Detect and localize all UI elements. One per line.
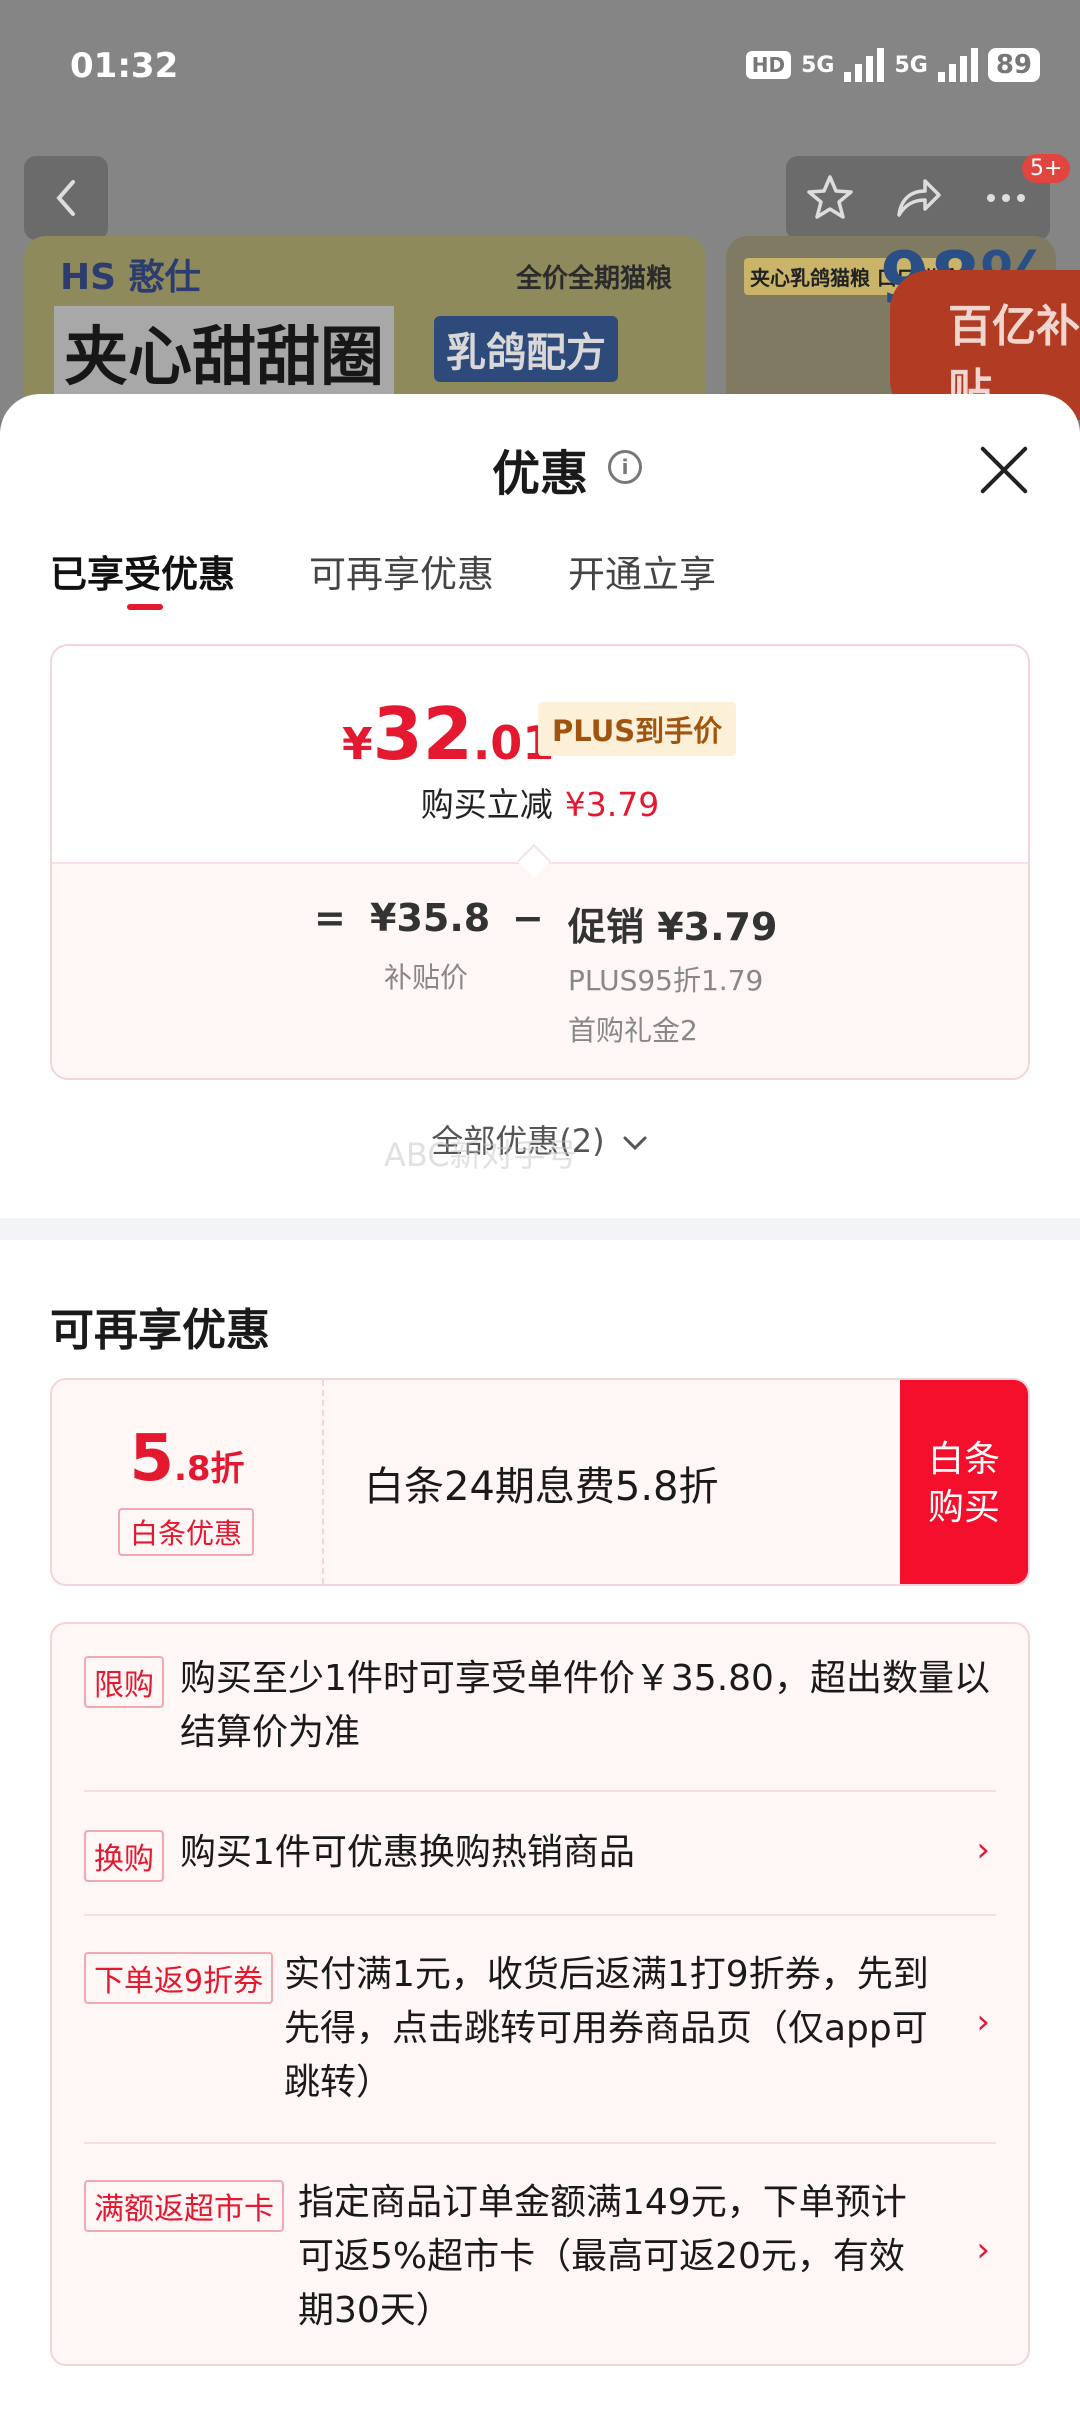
- price-breakdown-card: ¥32.01 PLUS到手价 购买立减 ¥3.79 = ¥35.8 − 促销 ¥3…: [50, 644, 1030, 1080]
- direct-discount: 购买立减 ¥3.79: [52, 778, 1028, 826]
- watermark: ABC新对手号: [384, 1136, 578, 1174]
- rule-tag: 换购: [84, 1830, 164, 1882]
- tab-enjoyed-offers[interactable]: 已享受优惠: [50, 544, 235, 610]
- baitiao-offer-card: 5.8折 白条优惠 白条24期息费5.8折 白条 购买: [50, 1378, 1030, 1586]
- top-action-bar: [786, 156, 1050, 240]
- chevron-right-icon: ›: [976, 2230, 990, 2270]
- final-price: ¥32.01: [342, 692, 554, 776]
- offer-rules-card: 限购 购买至少1件时可享受单件价￥35.80，超出数量以结算价为准 换购 购买1…: [50, 1622, 1030, 2366]
- battery-icon: 89: [987, 48, 1040, 82]
- chevron-right-icon: ›: [976, 1830, 990, 1870]
- more-icon[interactable]: [981, 173, 1031, 223]
- system-icons: HD 5G 5G 89: [745, 48, 1040, 82]
- network-5g-label: 5G: [801, 52, 835, 78]
- rule-tag: 满额返超市卡: [84, 2180, 284, 2232]
- close-button[interactable]: [976, 442, 1032, 498]
- rule-divider: [84, 1790, 996, 1792]
- rule-supermarket-card[interactable]: 满额返超市卡 指定商品订单金额满149元，下单预计可返5%超市卡（最高可返20元…: [84, 2176, 998, 2346]
- baitiao-button-line1: 白条: [927, 1439, 1000, 1480]
- final-price-section: ¥32.01 PLUS到手价 购买立减 ¥3.79: [52, 646, 1028, 862]
- offers-sheet: 优惠 i 已享受优惠 可再享优惠 开通立享 ¥32.01 PLUS到手价 购买立…: [0, 394, 1080, 2412]
- plus-price-tag: PLUS到手价: [538, 702, 737, 756]
- currency-symbol: ¥: [342, 719, 373, 770]
- network-5g-label-2: 5G: [894, 52, 928, 78]
- banner-headline: 夹心甜甜圈: [54, 306, 394, 398]
- promo-detail-item: 首购礼金2: [568, 1014, 698, 1047]
- chevron-down-icon: [623, 1136, 647, 1151]
- brand-logo: HS 憨仕: [60, 257, 201, 298]
- baitiao-rate-section: 5.8折 白条优惠: [52, 1380, 324, 1584]
- rule-divider: [84, 2142, 996, 2144]
- equals-sign: =: [314, 896, 346, 940]
- rate-integer: 5: [129, 1422, 174, 1496]
- rule-text: 实付满1元，收货后返满1打9折券，先到先得，点击跳转可用券商品页（仅app可跳转…: [284, 1954, 929, 2103]
- status-time: 01:32: [70, 46, 179, 86]
- baitiao-button-line2: 购买: [927, 1487, 1000, 1528]
- chevron-left-icon: [56, 180, 75, 216]
- back-button[interactable]: [24, 156, 108, 240]
- baitiao-tag: 白条优惠: [118, 1508, 255, 1556]
- banner-tag: 乳鸽配方: [434, 316, 618, 382]
- direct-discount-label: 购买立减: [420, 785, 553, 824]
- info-icon[interactable]: i: [608, 450, 642, 484]
- hd-icon: HD: [745, 51, 792, 79]
- rule-tag: 限购: [84, 1656, 164, 1708]
- rule-text: 购买1件可优惠换购热销商品: [180, 1832, 635, 1873]
- rule-text: 购买至少1件时可享受单件价￥35.80，超出数量以结算价为准: [180, 1658, 990, 1753]
- status-bar: 01:32 HD 5G 5G 89: [70, 46, 1040, 96]
- rule-tag: 下单返9折券: [84, 1952, 274, 2004]
- offer-tabs: 已享受优惠 可再享优惠 开通立享: [50, 544, 716, 610]
- signal-icon-2: [937, 48, 978, 82]
- signal-icon: [844, 48, 885, 82]
- baitiao-rate: 5.8折: [52, 1422, 322, 1496]
- promo-total: 促销 ¥3.79: [568, 905, 778, 949]
- rate-decimal: .8折: [173, 1449, 245, 1489]
- rule-exchange[interactable]: 换购 购买1件可优惠换购热销商品 ›: [84, 1826, 998, 1886]
- rule-divider: [84, 1914, 996, 1916]
- rule-text: 指定商品订单金额满149元，下单预计可返5%超市卡（最高可返20元，有效期30天…: [298, 2182, 907, 2331]
- tab-activate-offers[interactable]: 开通立享: [568, 544, 716, 598]
- minus-sign: −: [512, 896, 544, 940]
- baitiao-description: 白条24期息费5.8折: [364, 1464, 719, 1510]
- more-offers-title: 可再享优惠: [50, 1305, 270, 1356]
- share-icon[interactable]: [893, 173, 943, 223]
- banner-subtitle: 全价全期猫粮: [515, 264, 672, 294]
- price-formula-section: [52, 862, 1028, 1078]
- tab-more-offers[interactable]: 可再享优惠: [309, 544, 494, 598]
- chevron-right-icon: ›: [976, 2002, 990, 2042]
- promo-detail-item: PLUS95折1.79: [568, 964, 764, 997]
- price-integer: 32: [372, 692, 473, 776]
- subsidy-price: ¥35.8: [370, 896, 491, 940]
- promo-details: PLUS95折1.79 首购礼金2: [568, 956, 763, 1056]
- direct-discount-amount: ¥3.79: [564, 785, 660, 824]
- baitiao-buy-button[interactable]: 白条 购买: [900, 1380, 1028, 1584]
- rule-limit-purchase: 限购 购买至少1件时可享受单件价￥35.80，超出数量以结算价为准: [84, 1652, 998, 1753]
- section-divider: [0, 1218, 1080, 1240]
- subsidy-price-label: 补贴价: [384, 961, 469, 994]
- notification-badge: 5+: [1022, 154, 1071, 183]
- star-icon[interactable]: [805, 173, 855, 223]
- rule-coupon-return[interactable]: 下单返9折券 实付满1元，收货后返满1打9折券，先到先得，点击跳转可用券商品页（…: [84, 1948, 998, 2118]
- sheet-title: 优惠: [491, 446, 588, 502]
